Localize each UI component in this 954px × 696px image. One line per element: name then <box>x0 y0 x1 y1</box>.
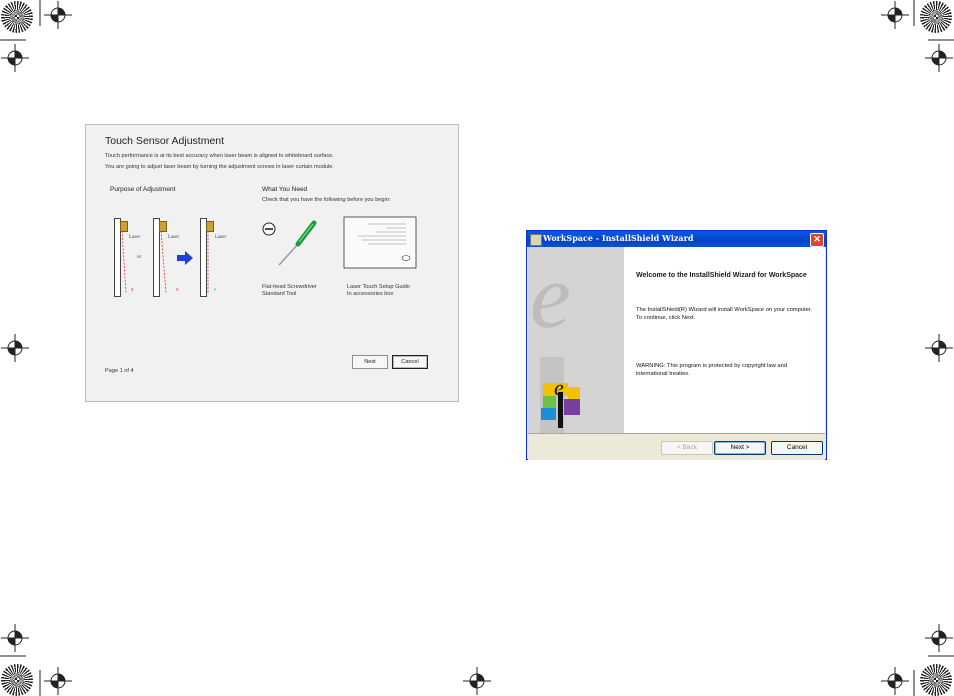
setup-guide-icon <box>343 216 417 269</box>
back-button[interactable]: < Back <box>661 441 713 455</box>
logo-blue-square <box>541 408 556 420</box>
guide-caption-line2: In accessories box <box>347 290 394 297</box>
cancel-button[interactable]: Cancel <box>392 355 428 369</box>
wizard-heading: Welcome to the InstallShield Wizard for … <box>636 272 807 279</box>
window-titlebar[interactable]: WorkSpace - InstallShield Wizard ✕ <box>527 231 826 247</box>
wizard-warning-text: WARNING: This program is protected by co… <box>636 363 788 377</box>
close-icon[interactable]: ✕ <box>810 233 824 247</box>
wrong-mark-icon: x <box>176 287 179 293</box>
watermark-e-icon: e <box>530 247 571 347</box>
next-button[interactable]: Next <box>352 355 388 369</box>
screwdriver-caption-line2: Standard Tool <box>262 290 297 297</box>
wrong-mark-icon: x <box>131 287 134 293</box>
guide-caption-line1: Laser Touch Setup Guide <box>347 284 411 290</box>
logo-letter: e <box>554 375 564 400</box>
wizard-body-text: The InstallShield(R) Wizard will install… <box>636 307 813 321</box>
app-icon <box>530 234 542 246</box>
next-button[interactable]: Next > <box>714 441 766 455</box>
screwdriver-caption: Flat-head Screwdriver Standard Tool <box>262 284 317 297</box>
guide-caption: Laser Touch Setup Guide In accessories b… <box>347 284 410 297</box>
screwdriver-caption-line1: Flat-head Screwdriver <box>262 284 317 290</box>
logo-purple-square <box>564 399 580 415</box>
window-title: WorkSpace - InstallShield Wizard <box>543 233 694 243</box>
right-arrow-icon <box>177 251 193 265</box>
wizard-body: e e Welcome to the InstallShield Wizard … <box>528 245 825 433</box>
workspace-logo-art: e e <box>530 245 580 433</box>
flat-screwdriver-icon <box>262 220 317 266</box>
wizard-side-banner: e e <box>528 245 624 433</box>
installshield-wizard-window: WorkSpace - InstallShield Wizard ✕ e e W… <box>526 230 827 460</box>
cancel-button[interactable]: Cancel <box>771 441 823 455</box>
wizard-button-bar: < Back Next > Cancel <box>528 433 825 460</box>
check-mark-icon: ✓ <box>213 287 217 293</box>
page-indicator: Page 1 of 4 <box>105 368 134 374</box>
touch-sensor-adjustment-screen: Touch Sensor Adjustment Touch performanc… <box>85 124 459 402</box>
